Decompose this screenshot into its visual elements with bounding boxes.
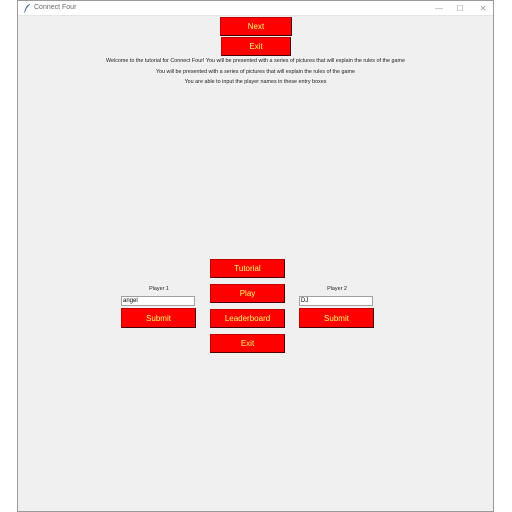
- play-button[interactable]: Play: [210, 284, 285, 303]
- tutorial-exit-button[interactable]: Exit: [221, 37, 291, 56]
- player2-label: Player 2: [327, 286, 347, 292]
- next-button[interactable]: Next: [220, 17, 292, 36]
- tutorial-button[interactable]: Tutorial: [210, 259, 285, 278]
- player1-label: Player 1: [149, 286, 169, 292]
- tutorial-text-2: You will be presented with a series of p…: [155, 69, 356, 75]
- title-bar[interactable]: Connect Four — ☐ ✕: [18, 1, 493, 16]
- player2-submit-button[interactable]: Submit: [299, 308, 374, 328]
- close-button[interactable]: ✕: [471, 1, 495, 15]
- maximize-button[interactable]: ☐: [448, 1, 472, 15]
- app-client-area: Next Exit Welcome to the tutorial for Co…: [18, 16, 493, 512]
- player1-name-input[interactable]: angel: [121, 296, 195, 306]
- feather-icon: [23, 4, 30, 13]
- player2-name-input[interactable]: DJ: [299, 296, 373, 306]
- player1-submit-button[interactable]: Submit: [121, 308, 196, 328]
- leaderboard-button[interactable]: Leaderboard: [210, 309, 285, 328]
- tutorial-text-3: You are able to input the player names i…: [184, 79, 327, 85]
- exit-button[interactable]: Exit: [210, 334, 285, 353]
- window-title: Connect Four: [34, 4, 77, 11]
- app-window: Connect Four — ☐ ✕ Next Exit Welcome to …: [17, 0, 494, 512]
- tutorial-text-1: Welcome to the tutorial for Connect Four…: [106, 58, 405, 64]
